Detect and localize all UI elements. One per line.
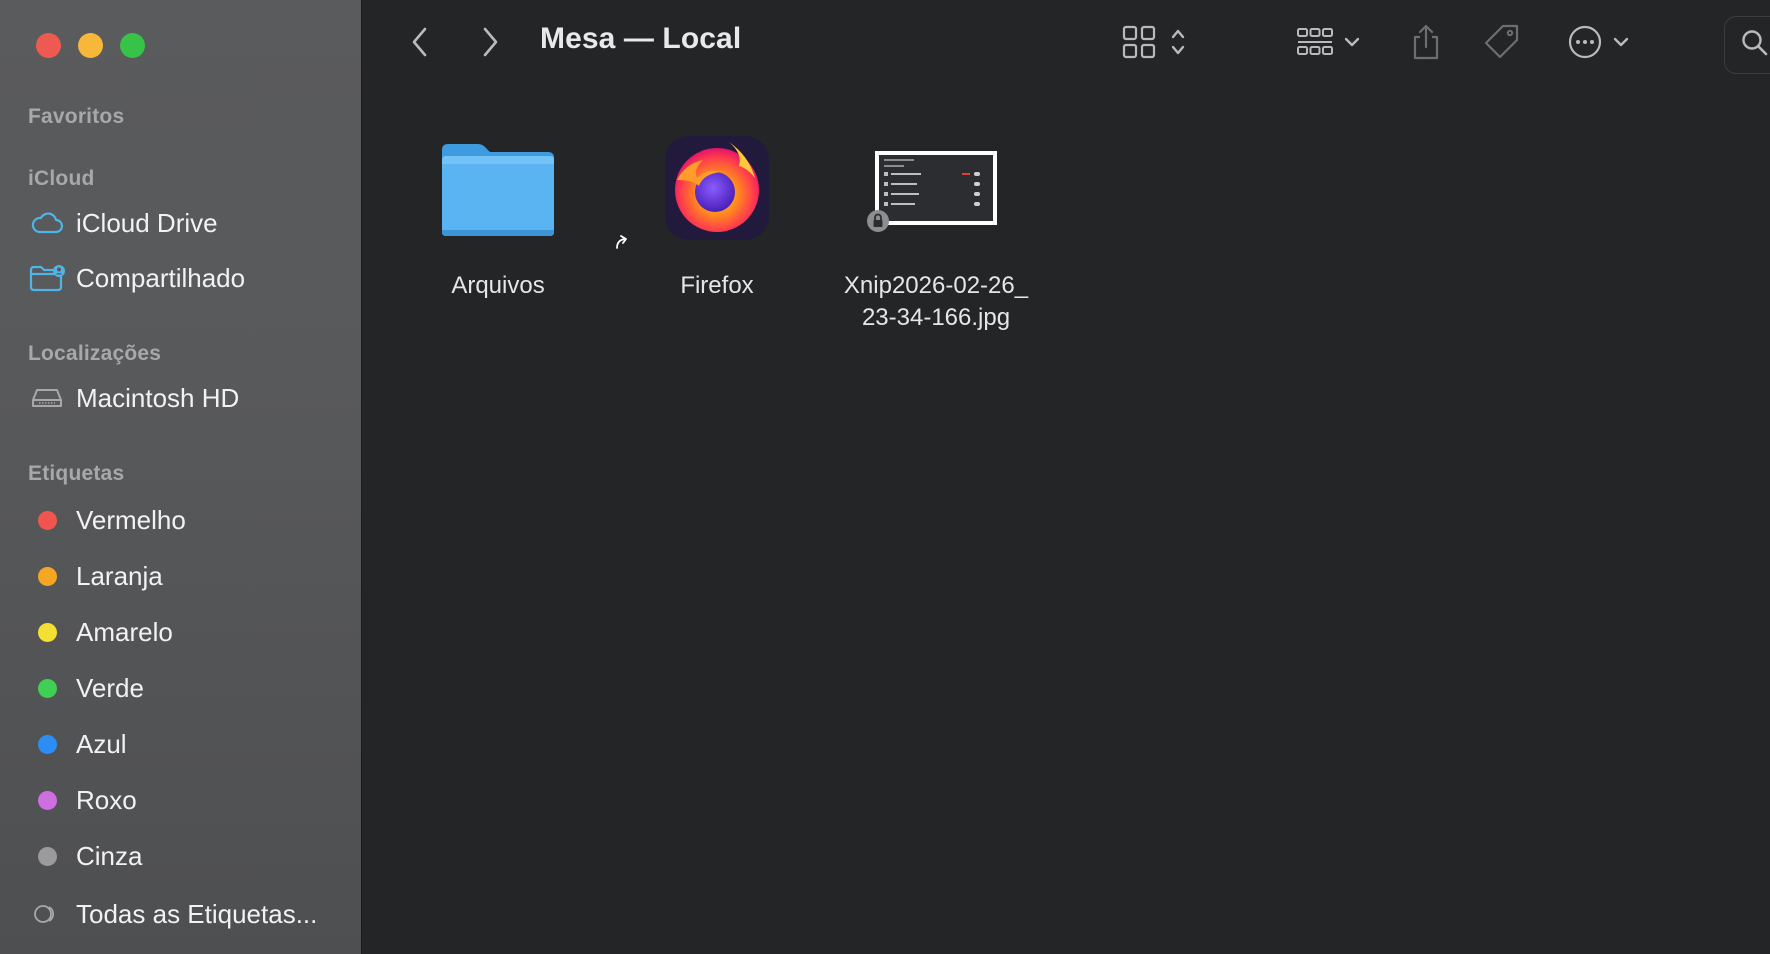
sidebar-item-label: Todas as Etiquetas... bbox=[76, 898, 318, 929]
sidebar-item-all-tags[interactable]: Todas as Etiquetas... bbox=[28, 893, 317, 935]
sidebar-item-tag[interactable]: Roxo bbox=[28, 779, 137, 821]
sidebar-item-label: iCloud Drive bbox=[76, 207, 218, 238]
toolbar: Mesa — Local bbox=[362, 0, 1770, 88]
forward-button[interactable] bbox=[470, 20, 510, 68]
cloud-icon bbox=[28, 207, 66, 239]
tag-color-dot-icon bbox=[28, 784, 66, 816]
file-name-line: 23-34-166.jpg bbox=[861, 304, 1011, 331]
sidebar-item-tag[interactable]: Cinza bbox=[28, 835, 142, 877]
sidebar-section-icloud[interactable]: iCloud bbox=[28, 167, 95, 191]
sidebar-section-locations[interactable]: Localizações bbox=[28, 342, 161, 366]
more-icon bbox=[1567, 24, 1603, 65]
file-item-image[interactable]: Xnip2026-02-26_ 23-34-166.jpg bbox=[826, 128, 1046, 334]
image-preview-icon bbox=[875, 151, 997, 225]
tag-color-dot bbox=[37, 622, 57, 642]
image-thumbnail bbox=[826, 128, 1046, 248]
window-title: Mesa — Local bbox=[540, 22, 742, 55]
search-button[interactable] bbox=[1724, 16, 1770, 74]
close-window-button[interactable] bbox=[36, 33, 61, 58]
view-mode-button[interactable] bbox=[1114, 20, 1194, 68]
sidebar-item-tag[interactable]: Azul bbox=[28, 723, 127, 765]
sidebar-item-label: Cinza bbox=[76, 840, 143, 871]
tag-icon bbox=[1483, 23, 1521, 66]
sidebar-section-favorites[interactable]: Favoritos bbox=[28, 105, 124, 129]
sidebar-item-icloud-drive[interactable]: iCloud Drive bbox=[28, 202, 218, 244]
file-name: Arquivos bbox=[388, 270, 608, 302]
file-name-line: Firefox bbox=[680, 272, 754, 299]
tag-color-dot bbox=[37, 846, 57, 866]
tag-color-dot bbox=[37, 510, 57, 530]
tag-color-dot-icon bbox=[28, 728, 66, 760]
tag-color-dot bbox=[37, 734, 57, 754]
file-name-line: Xnip2026-02-26_ bbox=[843, 272, 1029, 299]
tag-color-dot-icon bbox=[28, 616, 66, 648]
tag-color-dot-icon bbox=[28, 504, 66, 536]
tag-color-dot-icon bbox=[28, 560, 66, 592]
window-controls bbox=[36, 33, 145, 58]
sidebar-item-label: Verde bbox=[76, 672, 144, 703]
sidebar-section-tags[interactable]: Etiquetas bbox=[28, 462, 124, 486]
sidebar-item-shared[interactable]: Compartilhado bbox=[28, 257, 245, 299]
folder-icon bbox=[388, 128, 608, 248]
tag-color-dot-icon bbox=[28, 840, 66, 872]
share-icon bbox=[1411, 23, 1441, 66]
share-button[interactable] bbox=[1402, 20, 1450, 68]
sidebar: Favoritos iCloud iCloud Drive Compartilh… bbox=[0, 0, 362, 954]
shared-folder-icon bbox=[28, 262, 66, 294]
back-button[interactable] bbox=[400, 20, 440, 68]
chevron-down-icon bbox=[1613, 35, 1629, 53]
group-button[interactable] bbox=[1290, 20, 1366, 68]
more-actions-button[interactable] bbox=[1558, 20, 1638, 68]
lock-icon bbox=[866, 209, 890, 238]
group-icon bbox=[1296, 26, 1334, 63]
sidebar-item-tag[interactable]: Vermelho bbox=[28, 499, 186, 541]
grid-view-icon bbox=[1122, 25, 1156, 64]
sidebar-item-tag[interactable]: Amarelo bbox=[28, 611, 173, 653]
sidebar-item-label: Amarelo bbox=[76, 616, 173, 647]
sidebar-item-label: Compartilhado bbox=[76, 262, 246, 293]
sidebar-item-tag[interactable]: Laranja bbox=[28, 555, 163, 597]
all-tags-icon bbox=[28, 898, 66, 930]
file-name: Firefox bbox=[607, 270, 827, 302]
tag-button[interactable] bbox=[1478, 20, 1526, 68]
hard-drive-icon bbox=[28, 382, 66, 414]
sidebar-item-label: Laranja bbox=[76, 560, 163, 591]
sidebar-item-label: Roxo bbox=[76, 784, 137, 815]
sidebar-item-tag[interactable]: Verde bbox=[28, 667, 144, 709]
sidebar-item-label: Macintosh HD bbox=[76, 382, 240, 413]
file-name: Xnip2026-02-26_ 23-34-166.jpg bbox=[826, 270, 1046, 334]
back-icon bbox=[410, 26, 430, 63]
alias-arrow-icon bbox=[611, 231, 633, 258]
tag-color-dot bbox=[37, 790, 57, 810]
chevron-down-icon bbox=[1344, 35, 1360, 53]
app-thumb bbox=[607, 128, 827, 252]
tag-color-dot bbox=[37, 678, 57, 698]
tag-color-dot-icon bbox=[28, 672, 66, 704]
sidebar-item-macintosh-hd[interactable]: Macintosh HD bbox=[28, 377, 239, 419]
forward-icon bbox=[480, 26, 500, 63]
file-item-folder[interactable]: Arquivos bbox=[388, 128, 608, 302]
file-area[interactable]: Arquivos Firefox Xnip2026-02-26_ 23-34-1… bbox=[362, 88, 1770, 954]
minimize-window-button[interactable] bbox=[78, 33, 103, 58]
file-item-firefox[interactable]: Firefox bbox=[607, 128, 827, 302]
sidebar-item-label: Vermelho bbox=[76, 504, 186, 535]
sidebar-item-label: Azul bbox=[76, 728, 127, 759]
firefox-icon bbox=[665, 136, 769, 240]
finder-window: Favoritos iCloud iCloud Drive Compartilh… bbox=[0, 0, 1770, 954]
file-name-line: Arquivos bbox=[451, 272, 545, 299]
tag-color-dot bbox=[37, 566, 57, 586]
maximize-window-button[interactable] bbox=[120, 33, 145, 58]
search-icon bbox=[1741, 29, 1769, 62]
chevron-updown-icon bbox=[1170, 26, 1186, 63]
